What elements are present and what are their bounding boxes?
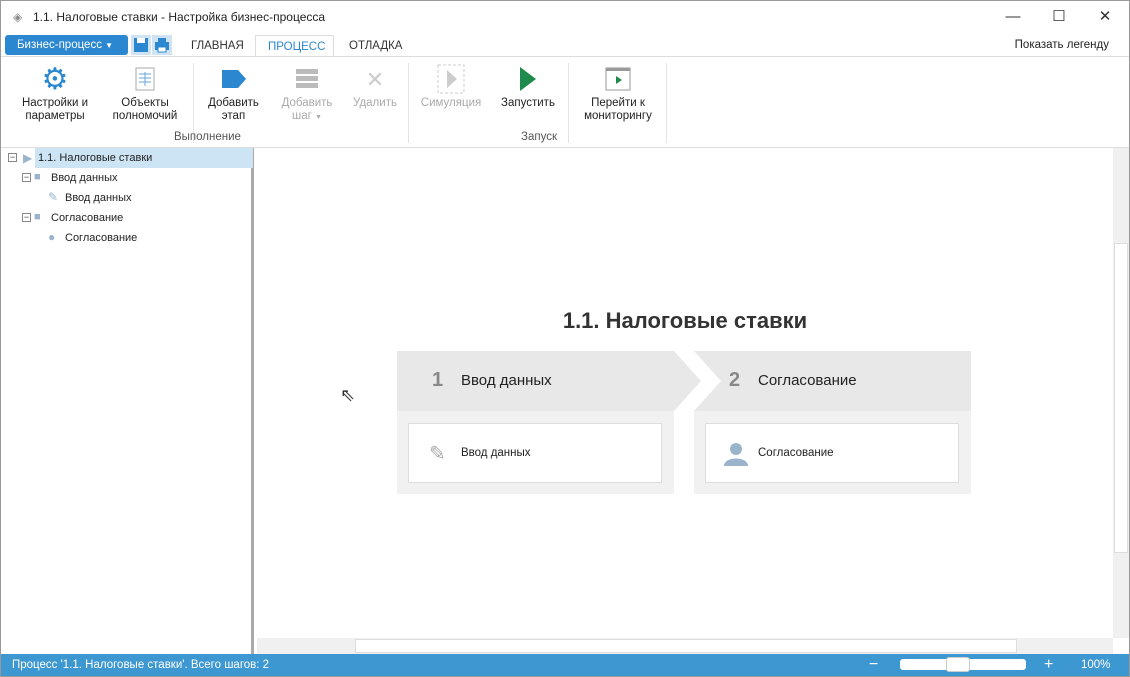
close-icon: ✕ <box>365 66 385 92</box>
tree-item-step[interactable]: Согласование <box>65 228 137 248</box>
stage-number: 2 <box>729 369 741 391</box>
pencil-icon: ✎ <box>48 190 59 204</box>
scroll-thumb[interactable] <box>1114 243 1128 553</box>
step-card[interactable]: ✎ Ввод данных <box>408 423 662 483</box>
user-icon <box>724 443 748 466</box>
stage-column-1: ✎ Ввод данных <box>397 411 674 494</box>
zoom-slider-thumb[interactable] <box>945 657 970 672</box>
label: параметры <box>25 110 85 122</box>
ribbon: ⚙ Настройки и параметры Объекты полномочий… <box>1 56 1129 148</box>
tab-debug[interactable]: ОТЛАДКА <box>337 35 414 57</box>
zoom-slider[interactable] <box>900 657 1026 672</box>
pencil-icon: ✎ <box>429 443 446 465</box>
divider <box>568 63 569 143</box>
add-step-button[interactable]: Добавить шаг ▼ <box>273 65 341 124</box>
step-label: Ввод данных <box>461 447 531 459</box>
status-bar: Процесс '1.1. Налоговые ставки'. Всего ш… <box>1 654 1129 676</box>
document-grid-icon <box>105 65 185 93</box>
process-tree: − ▶ 1.1. Налоговые ставки − ■ Ввод данны… <box>1 148 254 654</box>
user-icon: ● <box>48 230 56 244</box>
group-label-execution: Выполнение <box>174 131 241 143</box>
title-bar: ◈ 1.1. Налоговые ставки - Настройка бизн… <box>1 1 1129 33</box>
stage-header-2[interactable]: 2 Согласование <box>694 351 971 411</box>
print-icon[interactable] <box>152 35 172 55</box>
label: Симуляция <box>420 97 482 109</box>
stage-column-2: Согласование <box>694 411 971 494</box>
tree-item-stage[interactable]: Ввод данных <box>51 168 118 188</box>
label: Добавить <box>208 97 259 109</box>
tab-process[interactable]: ПРОЦЕСС <box>255 35 334 57</box>
simulation-button[interactable]: Симуляция <box>416 64 486 110</box>
tree-item-step[interactable]: Ввод данных <box>65 188 132 208</box>
stage-icon <box>201 65 266 93</box>
group-label-launch: Запуск <box>521 131 557 143</box>
go-to-monitoring-button[interactable]: Перейти к мониторингу <box>576 65 660 123</box>
label: Перейти к <box>591 97 645 109</box>
settings-button[interactable]: ⚙ Настройки и параметры <box>15 62 95 123</box>
scroll-thumb[interactable] <box>355 639 1017 653</box>
app-icon: ◈ <box>13 10 23 24</box>
label: Объекты <box>121 97 169 109</box>
status-text: Процесс '1.1. Налоговые ставки'. Всего ш… <box>12 659 270 671</box>
zoom-in-button[interactable]: + <box>1044 654 1053 676</box>
label: мониторингу <box>584 110 652 122</box>
simulation-play-icon <box>416 64 486 94</box>
window-title: 1.1. Налоговые ставки - Настройка бизнес… <box>33 10 326 24</box>
show-legend-link[interactable]: Показать легенду <box>1015 39 1109 51</box>
add-stage-button[interactable]: Добавить этап <box>201 65 266 123</box>
chevron-down-icon: ▼ <box>105 41 114 50</box>
step-label: Согласование <box>758 447 834 459</box>
label: Запустить <box>501 97 555 109</box>
menu-label: Бизнес-процесс <box>17 39 102 51</box>
stage-icon: ■ <box>34 211 41 223</box>
vertical-scrollbar[interactable] <box>1113 148 1129 638</box>
stage-label: Согласование <box>758 372 857 389</box>
label: Добавить <box>281 97 333 109</box>
collapse-toggle[interactable]: − <box>8 153 17 162</box>
step-list-icon <box>273 65 341 93</box>
stage-icon: ■ <box>34 171 41 183</box>
process-icon: ▶ <box>23 151 33 165</box>
label: этап <box>221 110 246 122</box>
zoom-level: 100% <box>1081 659 1111 671</box>
stage-number: 1 <box>432 369 444 391</box>
tab-main[interactable]: ГЛАВНАЯ <box>179 35 256 57</box>
label: Настройки и <box>21 97 88 109</box>
horizontal-scrollbar[interactable] <box>257 638 1113 654</box>
delete-button[interactable]: ✕ Удалить <box>346 65 404 110</box>
diagram-canvas[interactable]: 1.1. Налоговые ставки 1 Ввод данных 2 Согл… <box>257 148 1113 638</box>
zoom-out-button[interactable]: − <box>869 654 878 676</box>
tree-item-root[interactable]: 1.1. Налоговые ставки <box>35 148 253 168</box>
maximize-button[interactable]: ☐ <box>1036 1 1082 33</box>
close-button[interactable]: ✕ <box>1082 1 1128 33</box>
run-button[interactable]: Запустить <box>494 65 562 110</box>
tree-item-stage[interactable]: Согласование <box>51 208 123 228</box>
collapse-toggle[interactable]: − <box>22 173 31 182</box>
minimize-button[interactable]: — <box>990 1 1036 33</box>
label: полномочий <box>112 110 178 122</box>
divider <box>408 63 409 143</box>
business-process-menu[interactable]: Бизнес-процесс ▼ <box>5 35 128 55</box>
mouse-cursor-icon: ⇖ <box>340 385 356 405</box>
save-icon[interactable] <box>131 35 151 55</box>
label: Удалить <box>353 97 397 109</box>
step-card[interactable]: Согласование <box>705 423 959 483</box>
collapse-toggle[interactable]: − <box>22 213 31 222</box>
gear-icon: ⚙ <box>41 62 69 96</box>
divider <box>666 63 667 143</box>
diagram-title: 1.1. Налоговые ставки <box>562 308 808 333</box>
monitor-icon <box>576 65 660 93</box>
play-icon <box>494 65 562 93</box>
authority-objects-button[interactable]: Объекты полномочий <box>105 65 185 123</box>
stage-label: Ввод данных <box>461 372 552 389</box>
stage-header-1[interactable]: 1 Ввод данных <box>397 351 677 411</box>
label: шаг ▼ <box>292 110 322 122</box>
